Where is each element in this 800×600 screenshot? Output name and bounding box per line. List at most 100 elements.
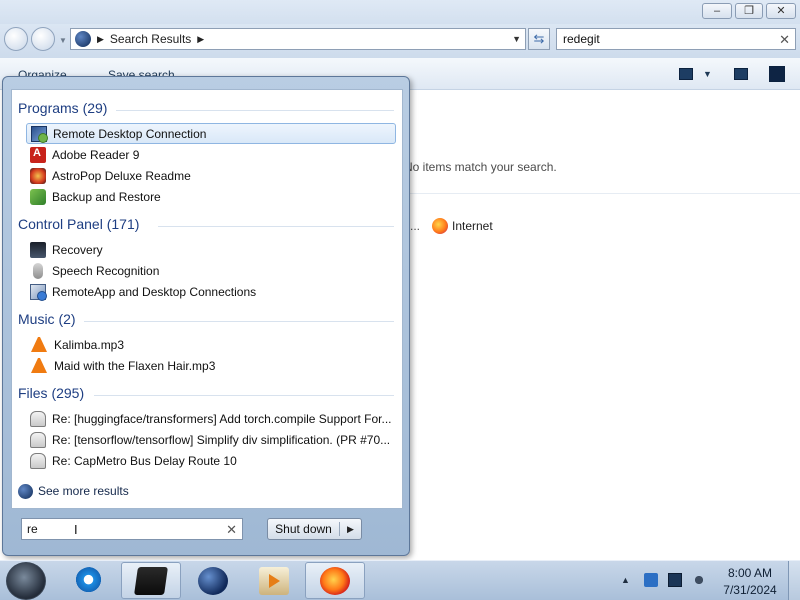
result-label: Backup and Restore	[52, 189, 161, 204]
view-options-chevron-icon[interactable]: ▼	[703, 69, 712, 79]
breadcrumb-arrow-icon[interactable]: ▶	[97, 34, 104, 45]
taskbar-media-player[interactable]	[244, 562, 304, 599]
result-label: Remote Desktop Connection	[53, 126, 207, 141]
taskbar-internet-explorer[interactable]	[60, 562, 120, 599]
search-globe-icon	[18, 483, 33, 499]
start-menu-results: Programs (29) Remote Desktop Connection …	[11, 89, 403, 509]
shutdown-button[interactable]: Shut down ▶	[267, 518, 362, 540]
start-menu: Programs (29) Remote Desktop Connection …	[2, 76, 410, 556]
backup-icon	[30, 188, 46, 205]
recent-pages-chevron-icon[interactable]: ▼	[59, 36, 67, 45]
explorer-search-input[interactable]: redegit ✕	[556, 28, 796, 50]
internet-explorer-icon	[75, 566, 105, 595]
shutdown-label[interactable]: Shut down	[268, 522, 340, 536]
pdf-icon	[30, 146, 46, 163]
breadcrumb-arrow-icon[interactable]: ▶	[197, 34, 204, 45]
help-icon[interactable]	[769, 66, 785, 82]
result-label: Re: [tensorflow/tensorflow] Simplify div…	[52, 432, 391, 447]
refresh-button[interactable]: ⇆	[528, 28, 550, 50]
taskbar-windows-explorer[interactable]	[121, 562, 181, 599]
see-more-label: See more results	[38, 484, 129, 498]
media-player-icon	[259, 566, 289, 595]
clock-date[interactable]: 7/31/2024	[716, 583, 784, 597]
windows-explorer-icon	[134, 566, 168, 595]
title-bar: – ❐ ✕	[0, 0, 800, 24]
result-backup-and-restore[interactable]: Backup and Restore	[26, 186, 396, 207]
divider	[116, 110, 394, 111]
result-label: Recovery	[52, 242, 103, 257]
result-label: Speech Recognition	[52, 263, 160, 278]
mail-icon	[30, 410, 46, 427]
divider	[158, 226, 394, 227]
group-header-control-panel[interactable]: Control Panel (171)	[18, 216, 139, 232]
results-pane: No items match your search. ... Internet	[404, 90, 800, 560]
result-maid-flaxen-hair[interactable]: Maid with the Flaxen Hair.mp3	[26, 355, 396, 376]
see-more-results-link[interactable]: See more results	[18, 482, 129, 500]
search-location-icon	[75, 31, 91, 47]
result-file-email[interactable]: Re: CapMetro Bus Delay Route 10	[26, 450, 396, 471]
remote-desktop-icon	[31, 125, 48, 143]
result-file-email[interactable]: Re: [tensorflow/tensorflow] Simplify div…	[26, 429, 396, 450]
taskbar-firefox[interactable]	[305, 562, 365, 599]
result-astropop-readme[interactable]: AstroPop Deluxe Readme	[26, 165, 396, 186]
result-remote-desktop-connection[interactable]: Remote Desktop Connection	[26, 123, 396, 144]
group-header-programs[interactable]: Programs (29)	[18, 100, 107, 116]
globe-app-icon	[198, 566, 228, 595]
divider	[94, 395, 394, 396]
clear-search-icon[interactable]: ✕	[779, 32, 790, 48]
action-center-icon[interactable]	[644, 573, 658, 587]
navigation-bar: ▼ ▶ Search Results ▶ ▼ ⇆ redegit ✕	[0, 24, 800, 58]
shutdown-options-arrow-icon[interactable]: ▶	[340, 524, 361, 535]
divider	[404, 193, 800, 194]
address-bar[interactable]: ▶ Search Results ▶ ▼	[70, 28, 526, 50]
back-button[interactable]	[4, 27, 28, 51]
microphone-icon	[33, 262, 43, 279]
start-search-input[interactable]: re I ✕	[21, 518, 243, 540]
breadcrumb-location[interactable]: Search Results	[110, 32, 191, 46]
mail-icon	[30, 431, 46, 448]
close-button[interactable]: ✕	[766, 3, 796, 19]
address-dropdown-icon[interactable]: ▼	[512, 34, 521, 44]
show-hidden-icons-arrow-icon[interactable]: ▲	[621, 575, 630, 585]
result-label: Re: [huggingface/transformers] Add torch…	[52, 411, 392, 426]
result-speech-recognition[interactable]: Speech Recognition	[26, 260, 396, 281]
result-adobe-reader[interactable]: Adobe Reader 9	[26, 144, 396, 165]
result-label: Adobe Reader 9	[52, 147, 140, 162]
no-items-message: No items match your search.	[404, 160, 557, 174]
text-cursor: I	[74, 522, 78, 537]
start-search-value: re	[27, 522, 38, 536]
taskbar-globe-app[interactable]	[183, 562, 243, 599]
vlc-icon	[31, 358, 47, 373]
taskbar: ▲ 8:00 AM 7/31/2024	[0, 560, 800, 600]
change-view-icon[interactable]	[679, 68, 693, 80]
start-button[interactable]	[6, 562, 46, 600]
result-label: Re: CapMetro Bus Delay Route 10	[52, 453, 237, 468]
show-desktop-button[interactable]	[788, 561, 800, 600]
astropop-icon	[30, 167, 46, 184]
firefox-icon	[320, 566, 350, 595]
network-icon[interactable]	[668, 573, 682, 587]
result-label: Kalimba.mp3	[54, 337, 125, 352]
result-remoteapp-connections[interactable]: RemoteApp and Desktop Connections	[26, 281, 396, 302]
result-label: Maid with the Flaxen Hair.mp3	[54, 358, 216, 373]
group-header-music[interactable]: Music (2)	[18, 311, 76, 327]
recovery-icon	[30, 241, 46, 258]
clock-time[interactable]: 8:00 AM	[720, 566, 780, 580]
explorer-search-value: redegit	[563, 32, 600, 46]
remoteapp-icon	[30, 283, 47, 301]
result-label: RemoteApp and Desktop Connections	[52, 284, 257, 299]
result-kalimba[interactable]: Kalimba.mp3	[26, 334, 396, 355]
clear-search-icon[interactable]: ✕	[226, 522, 237, 538]
preview-pane-icon[interactable]	[734, 68, 748, 80]
volume-icon[interactable]	[692, 573, 706, 587]
result-label: AstroPop Deluxe Readme	[52, 168, 191, 183]
forward-button[interactable]	[31, 27, 55, 51]
result-file-email[interactable]: Re: [huggingface/transformers] Add torch…	[26, 408, 396, 429]
group-header-files[interactable]: Files (295)	[18, 385, 84, 401]
minimize-button[interactable]: –	[702, 3, 732, 19]
vlc-icon	[31, 337, 47, 352]
result-recovery[interactable]: Recovery	[26, 239, 396, 260]
maximize-button[interactable]: ❐	[735, 3, 763, 19]
search-again-internet-link[interactable]: Internet	[452, 219, 493, 233]
divider	[84, 321, 394, 322]
